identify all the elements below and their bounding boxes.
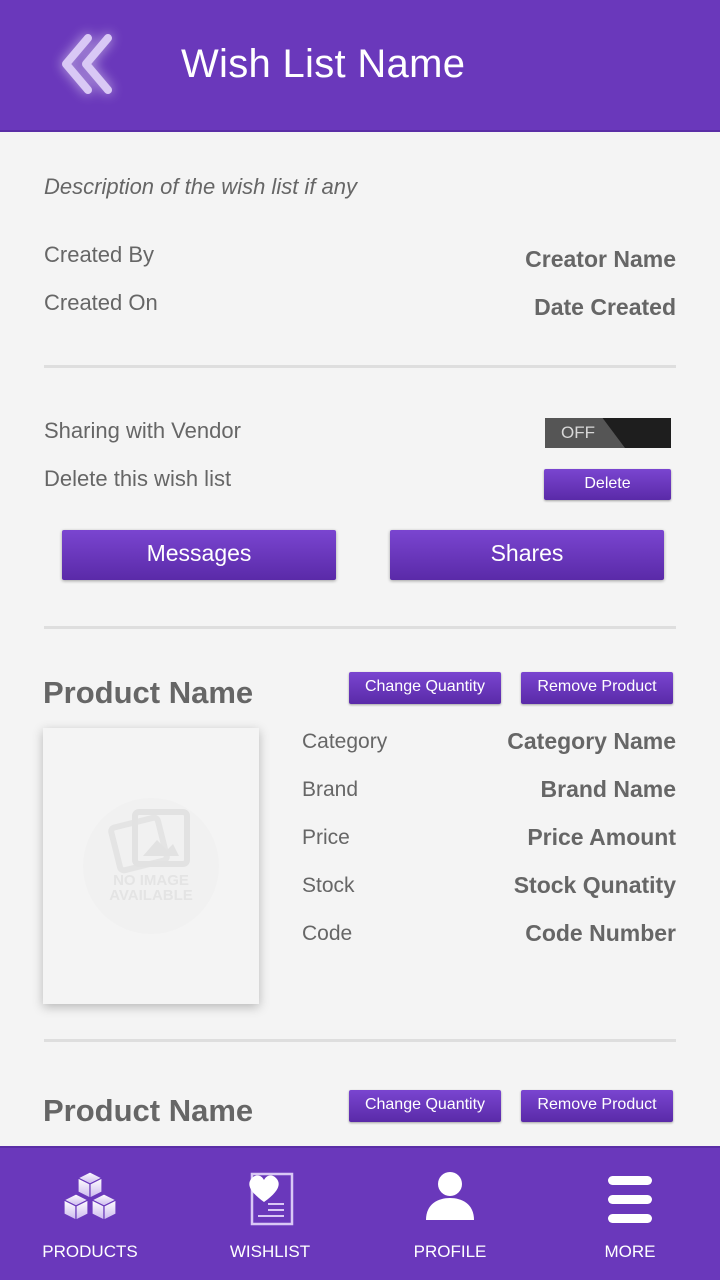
product-name: Product Name (43, 675, 254, 710)
bottom-navigation: PRODUCTS WISHLIST PROFILE MORE (0, 1146, 720, 1280)
created-by-value: Creator Name (525, 246, 676, 272)
nav-wishlist-label: WISHLIST (229, 1242, 311, 1261)
remove-product-button[interactable]: Remove Product (521, 672, 673, 704)
nav-more-label: MORE (604, 1242, 656, 1261)
nav-profile[interactable]: PROFILE (360, 1148, 540, 1280)
created-on-value: Date Created (534, 294, 676, 320)
product-image-placeholder[interactable]: NO IMAGE AVAILABLE (43, 728, 259, 1004)
sharing-vendor-toggle[interactable]: OFF (545, 418, 671, 448)
user-icon (426, 1172, 474, 1220)
brand-value: Brand Name (540, 776, 676, 802)
price-label: Price (302, 826, 350, 849)
divider (44, 626, 676, 629)
toggle-state-text: OFF (561, 423, 595, 442)
nav-more[interactable]: MORE (540, 1148, 720, 1280)
change-quantity-button[interactable]: Change Quantity (349, 1090, 501, 1122)
product-name: Product Name (43, 1093, 254, 1128)
divider (44, 1039, 676, 1042)
back-button[interactable] (54, 28, 126, 100)
code-value: Code Number (525, 920, 676, 946)
brand-label: Brand (302, 778, 359, 801)
boxes-icon (62, 1171, 118, 1221)
shares-button[interactable]: Shares (390, 530, 664, 580)
nav-products[interactable]: PRODUCTS (0, 1148, 180, 1280)
wishlist-description: Description of the wish list if any (44, 174, 358, 199)
wishlist-content[interactable]: Description of the wish list if any Crea… (0, 134, 720, 1146)
menu-icon (608, 1176, 652, 1223)
nav-products-label: PRODUCTS (42, 1242, 138, 1261)
heart-list-icon (249, 1172, 294, 1226)
stock-label: Stock (302, 874, 355, 897)
category-value: Category Name (507, 728, 676, 754)
nav-wishlist[interactable]: WISHLIST (180, 1148, 360, 1280)
created-by-label: Created By (44, 242, 155, 267)
no-image-icon: NO IMAGE AVAILABLE (83, 798, 219, 934)
code-label: Code (302, 922, 353, 945)
delete-wishlist-button[interactable]: Delete (544, 469, 671, 500)
double-chevron-left-icon (62, 34, 112, 94)
sharing-vendor-label: Sharing with Vendor (44, 418, 241, 443)
app-header: Wish List Name (0, 0, 720, 132)
remove-product-button[interactable]: Remove Product (521, 1090, 673, 1122)
category-label: Category (302, 730, 388, 753)
stock-value: Stock Qunatity (513, 872, 676, 898)
no-image-text: AVAILABLE (109, 887, 193, 904)
change-quantity-button[interactable]: Change Quantity (349, 672, 501, 704)
divider (44, 365, 676, 368)
page-title: Wish List Name (181, 42, 466, 86)
delete-wishlist-label: Delete this wish list (44, 466, 232, 491)
messages-button[interactable]: Messages (62, 530, 336, 580)
price-value: Price Amount (527, 824, 676, 850)
nav-profile-label: PROFILE (413, 1242, 487, 1261)
created-on-label: Created On (44, 290, 158, 315)
